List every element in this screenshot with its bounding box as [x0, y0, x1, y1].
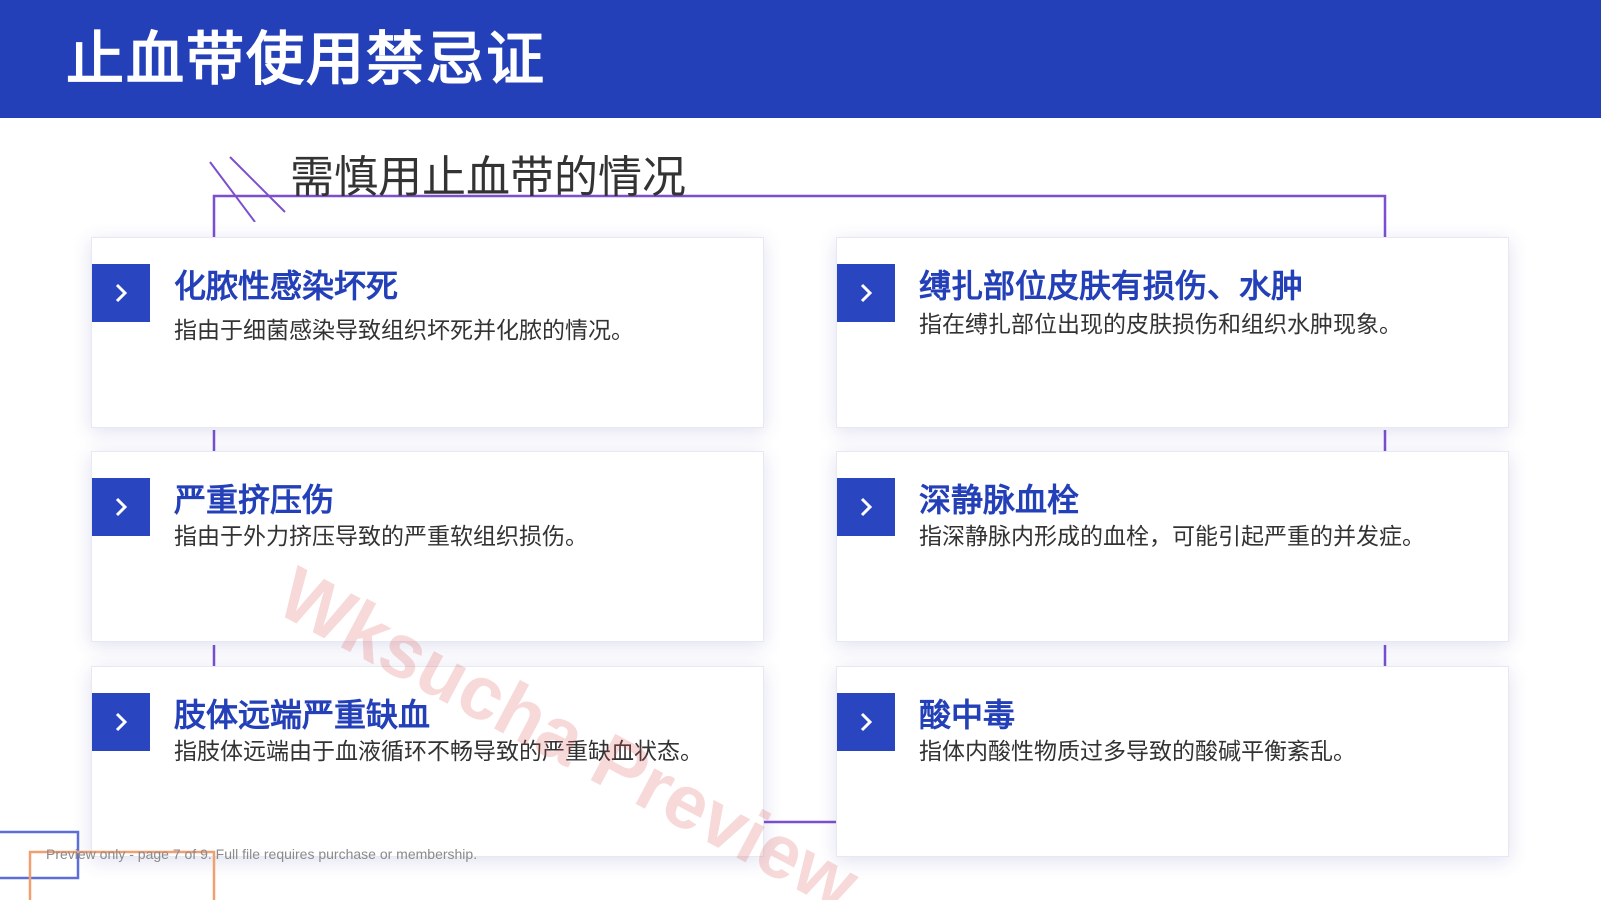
card-title: 肢体远端严重缺血: [174, 696, 431, 734]
card-title: 缚扎部位皮肤有损伤、水肿: [919, 267, 1304, 305]
chevron-right-icon: [92, 264, 150, 322]
card-description: 指在缚扎部位出现的皮肤损伤和组织水肿现象。: [919, 312, 1402, 338]
contraindication-card: 缚扎部位皮肤有损伤、水肿 指在缚扎部位出现的皮肤损伤和组织水肿现象。: [836, 237, 1509, 428]
contraindication-card: 肢体远端严重缺血 指肢体远端由于血液循环不畅导致的严重缺血状态。: [91, 666, 764, 857]
card-description: 指肢体远端由于血液循环不畅导致的严重缺血状态。: [174, 739, 703, 765]
card-description: 指由于外力挤压导致的严重软组织损伤。: [174, 524, 588, 550]
preview-notice: Preview only - page 7 of 9. Full file re…: [46, 846, 478, 862]
decorative-slashes: [209, 156, 286, 222]
card-title: 酸中毒: [919, 696, 1016, 734]
corner-decoration: [0, 830, 216, 900]
card-title: 深静脉血栓: [919, 481, 1080, 519]
chevron-right-icon: [837, 693, 895, 751]
card-description: 指体内酸性物质过多导致的酸碱平衡紊乱。: [919, 739, 1356, 765]
chevron-right-icon: [92, 693, 150, 751]
slide-title: 止血带使用禁忌证: [66, 25, 547, 93]
chevron-right-icon: [837, 478, 895, 536]
contraindication-card: 酸中毒 指体内酸性物质过多导致的酸碱平衡紊乱。: [836, 666, 1509, 857]
card-description: 指深静脉内形成的血栓，可能引起严重的并发症。: [919, 524, 1425, 550]
section-subtitle: 需慎用止血带的情况: [290, 152, 686, 203]
chevron-right-icon: [92, 478, 150, 536]
card-title: 严重挤压伤: [174, 481, 335, 519]
slide: 止血带使用禁忌证 需慎用止血带的情况 化脓性感染坏死 指由于细菌感染导致组织坏死…: [0, 0, 1601, 900]
chevron-right-icon: [837, 264, 895, 322]
contraindication-card: 化脓性感染坏死 指由于细菌感染导致组织坏死并化脓的情况。: [91, 237, 764, 428]
card-title: 化脓性感染坏死: [174, 267, 399, 305]
card-description: 指由于细菌感染导致组织坏死并化脓的情况。: [174, 318, 634, 344]
header-bar: 止血带使用禁忌证: [0, 0, 1601, 118]
contraindication-card: 深静脉血栓 指深静脉内形成的血栓，可能引起严重的并发症。: [836, 451, 1509, 642]
contraindication-card: 严重挤压伤 指由于外力挤压导致的严重软组织损伤。: [91, 451, 764, 642]
